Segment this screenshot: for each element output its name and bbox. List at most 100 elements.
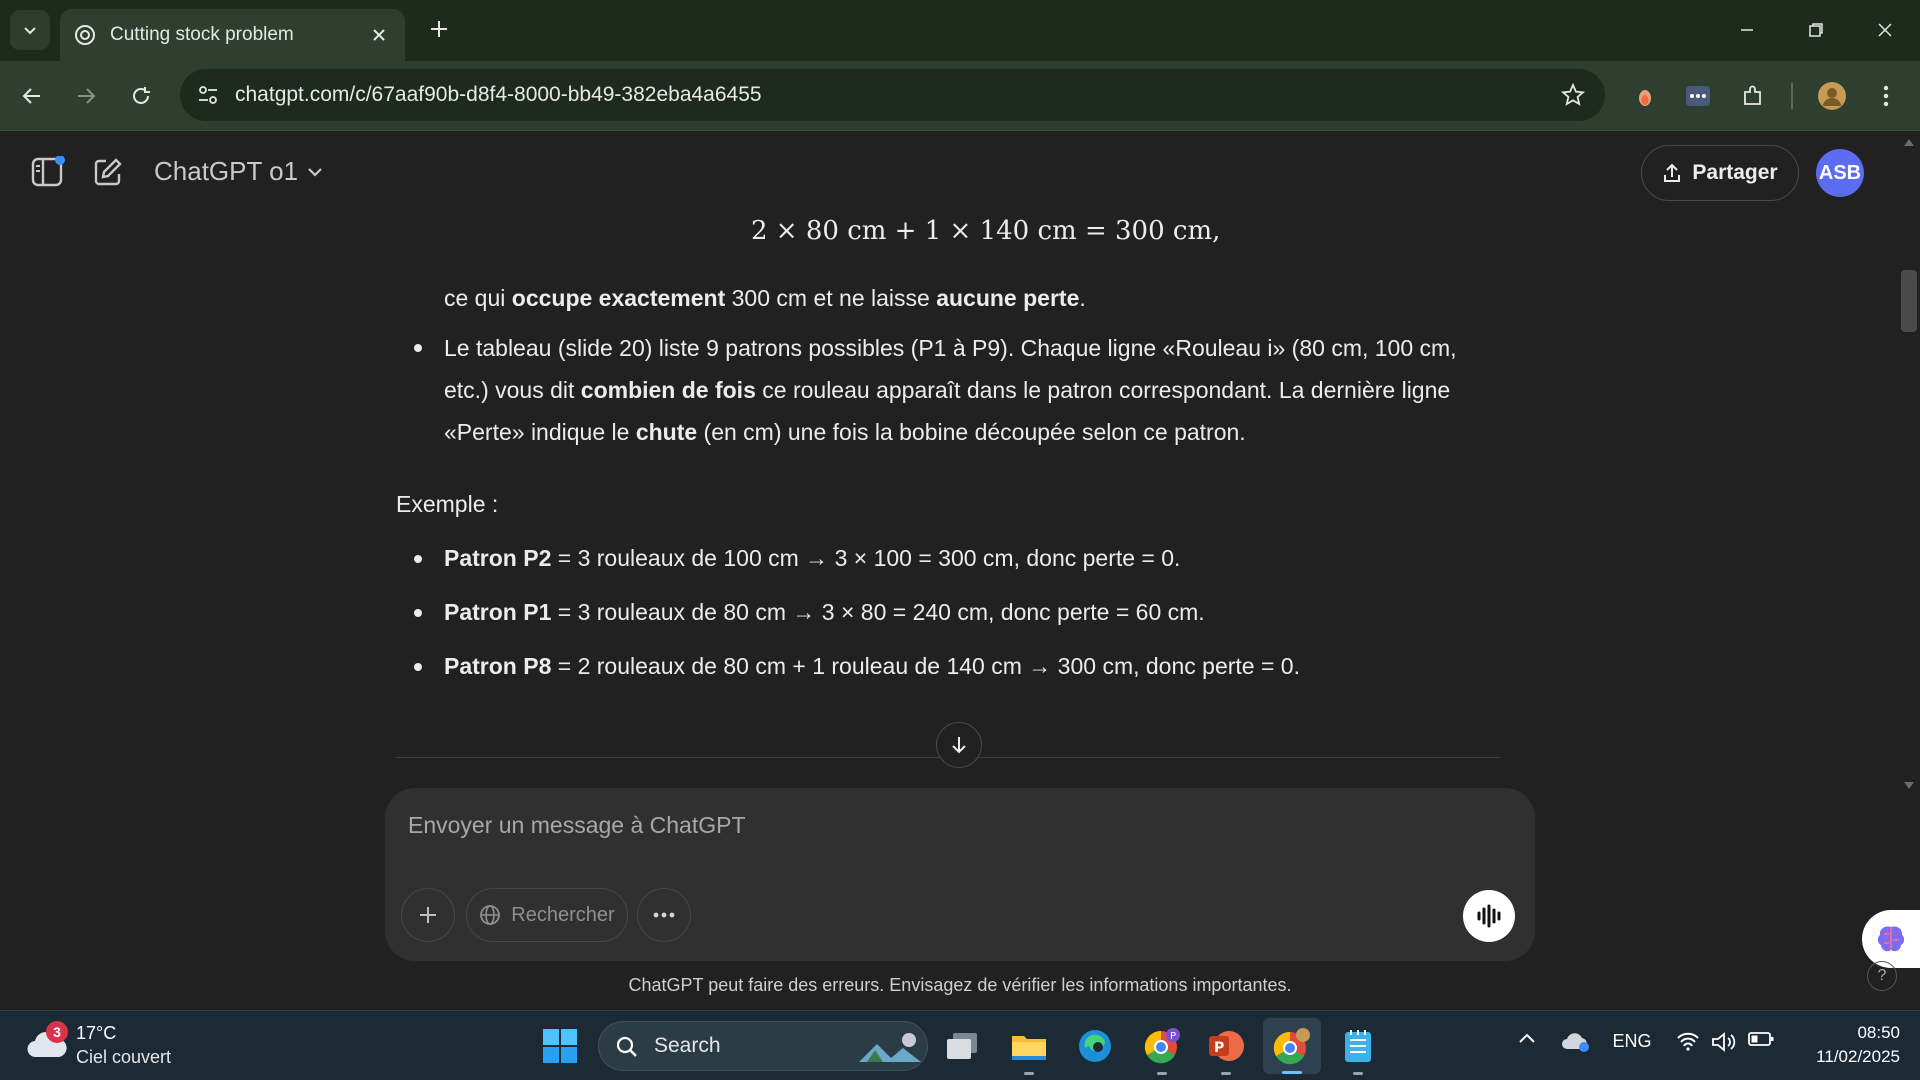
running-indicator <box>1221 1072 1231 1075</box>
plus-icon <box>420 907 436 923</box>
arrow-left-icon <box>22 88 40 104</box>
restore-button[interactable] <box>1793 12 1839 48</box>
close-icon <box>1878 23 1892 37</box>
chevron-down-icon <box>308 167 322 177</box>
input-language[interactable]: ENG <box>1612 1031 1652 1052</box>
bookmark-star-icon[interactable] <box>1559 81 1587 109</box>
battery-icon[interactable] <box>1745 1031 1777 1047</box>
address-bar[interactable]: chatgpt.com/c/67aaf90b-d8f4-8000-bb49-38… <box>180 69 1605 121</box>
close-tab-icon[interactable] <box>367 23 391 47</box>
windows-taskbar: 3 17°C Ciel couvert Search P P ENG 08:50… <box>0 1010 1920 1080</box>
bullet-marker <box>414 609 422 617</box>
system-clock[interactable]: 08:50 11/02/2025 <box>1790 1021 1900 1069</box>
clock-time: 08:50 <box>1857 1023 1900 1042</box>
voice-mode-button[interactable] <box>1463 890 1515 942</box>
more-tools-button[interactable] <box>637 888 691 942</box>
model-name: ChatGPT o1 <box>154 156 299 186</box>
windows-start-button[interactable] <box>538 1024 582 1068</box>
browser-menu-icon[interactable] <box>1868 78 1904 114</box>
show-hidden-icons-chevron[interactable] <box>1512 1031 1542 1045</box>
search-highlight-illustration-icon <box>859 1033 921 1062</box>
site-info-icon[interactable] <box>194 81 222 109</box>
volume-icon[interactable] <box>1708 1031 1740 1053</box>
windows-logo-icon <box>543 1029 577 1063</box>
back-button[interactable] <box>14 78 50 114</box>
active-indicator <box>1282 1071 1302 1074</box>
paragraph-result: ce qui occupe exactement 300 cm et ne la… <box>444 285 1086 311</box>
chevron-up-icon <box>1519 1033 1535 1043</box>
running-indicator <box>1157 1072 1167 1075</box>
close-window-button[interactable] <box>1862 12 1908 48</box>
disclaimer-text: ChatGPT peut faire des erreurs. Envisage… <box>628 975 1292 995</box>
weather-alert-badge: 3 <box>46 1021 68 1043</box>
svg-text:P: P <box>1170 1031 1176 1042</box>
wifi-icon[interactable] <box>1672 1031 1704 1051</box>
chat-header: ChatGPT o1 Partager ASB <box>0 132 1900 216</box>
scroll-up-arrow-icon <box>1904 139 1914 146</box>
scroll-to-bottom-button[interactable] <box>936 722 982 768</box>
file-explorer-icon[interactable] <box>1007 1024 1051 1075</box>
browser-tab[interactable]: Cutting stock problem <box>60 9 405 61</box>
share-upload-icon <box>1664 163 1681 182</box>
list-item-table: Le tableau (slide 20) liste 9 patrons po… <box>444 335 1457 445</box>
extension-flame-icon[interactable] <box>1627 78 1663 114</box>
weather-description: Ciel couvert <box>76 1047 172 1067</box>
openai-icon <box>74 24 96 46</box>
chevron-down-icon <box>24 27 36 35</box>
user-avatar[interactable]: ASB <box>1816 149 1864 197</box>
more-dots-icon <box>653 912 675 918</box>
example-heading: Exemple : <box>396 491 499 517</box>
model-selector[interactable]: ChatGPT o1 <box>154 156 324 187</box>
attach-button[interactable] <box>401 888 455 942</box>
new-chat-icon[interactable] <box>88 152 128 192</box>
extensions-puzzle-icon[interactable] <box>1735 78 1771 114</box>
brain-extension-icon[interactable] <box>1862 910 1920 968</box>
running-indicator <box>1024 1072 1034 1075</box>
weather-temperature: 17°C <box>76 1023 117 1043</box>
restore-icon <box>1809 23 1823 37</box>
search-web-button[interactable]: Rechercher <box>466 888 628 942</box>
scrollbar-thumb[interactable] <box>1901 270 1917 332</box>
voice-waveform-icon <box>1477 904 1501 928</box>
forward-button[interactable] <box>68 78 104 114</box>
edge-browser-icon[interactable] <box>1073 1024 1117 1068</box>
chrome-profile-p-icon[interactable]: P <box>1140 1024 1184 1075</box>
globe-icon <box>480 905 501 925</box>
onedrive-cloud-icon[interactable] <box>1558 1031 1594 1053</box>
task-view-icon[interactable] <box>940 1024 984 1068</box>
share-label: Partager <box>1692 161 1778 184</box>
taskbar-search[interactable]: Search <box>598 1021 928 1071</box>
tab-title: Cutting stock problem <box>110 24 294 45</box>
bullet-marker <box>414 344 422 352</box>
tab-search-button[interactable] <box>10 10 50 50</box>
page-scrollbar[interactable] <box>1898 132 1920 1012</box>
math-formula: 2 × 80 cm + 1 × 140 cm = 300 cm, <box>751 216 1221 246</box>
list-item-example: Patron P2 = 3 rouleaux de 100 cm → 3 × 1… <box>444 545 1181 571</box>
help-question-icon[interactable]: ? <box>1867 961 1897 991</box>
message-input[interactable]: Envoyer un message à ChatGPT <box>408 812 746 839</box>
svg-text:P: P <box>1214 1040 1224 1056</box>
extension-dots-icon[interactable] <box>1680 78 1716 114</box>
bullet-marker <box>414 555 422 563</box>
plus-icon <box>431 21 447 37</box>
message-composer: Envoyer un message à ChatGPT Rechercher <box>385 788 1535 961</box>
share-button[interactable]: Partager <box>1641 145 1799 201</box>
scroll-down-arrow-icon <box>1904 782 1914 789</box>
powerpoint-icon[interactable]: P <box>1204 1024 1248 1075</box>
list-item-example: Patron P1 = 3 rouleaux de 80 cm → 3 × 80… <box>444 599 1205 625</box>
arrow-down-icon <box>952 737 966 754</box>
clock-date: 11/02/2025 <box>1816 1047 1900 1066</box>
new-tab-button[interactable] <box>424 14 454 44</box>
profile-avatar-icon[interactable] <box>1814 78 1850 114</box>
minimize-icon <box>1741 29 1753 31</box>
reload-button[interactable] <box>123 78 159 114</box>
minimize-button[interactable] <box>1724 12 1770 48</box>
toolbar-separator <box>1791 83 1793 109</box>
sidebar-toggle-icon[interactable] <box>28 152 68 192</box>
arrow-right-icon <box>78 88 96 104</box>
search-icon <box>616 1036 637 1057</box>
taskbar-search-label: Search <box>654 1034 721 1057</box>
notepad-icon[interactable] <box>1336 1024 1380 1075</box>
weather-widget[interactable]: 3 17°C Ciel couvert <box>26 1021 206 1071</box>
chrome-active-icon[interactable] <box>1263 1018 1321 1074</box>
